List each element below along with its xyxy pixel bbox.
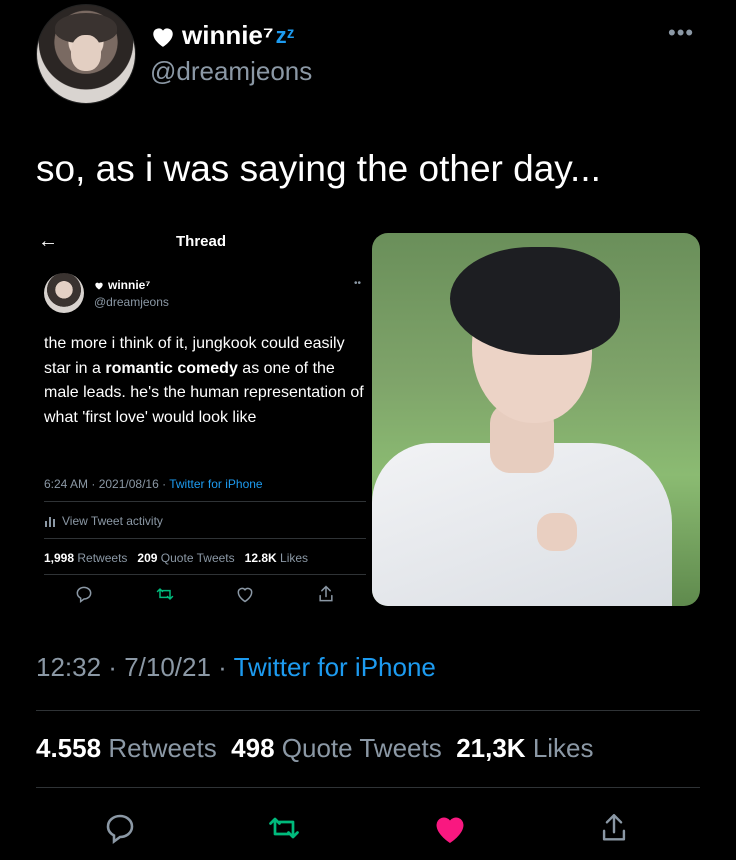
retweet-button[interactable] [264, 808, 304, 848]
tweet-date: 7/10/21 [124, 652, 211, 682]
tweet-text: so, as i was saying the other day... [36, 148, 601, 189]
embedded-retweets-label: Retweets [77, 551, 128, 565]
reply-icon [106, 814, 134, 845]
embedded-quote-count: 209 [137, 551, 158, 565]
display-name-text: winnie⁷ [182, 20, 274, 50]
likes-link[interactable]: 21,3K Likes [456, 733, 593, 763]
embedded-more-icon: •• [354, 278, 362, 289]
embedded-heart-icon [95, 282, 103, 290]
back-arrow-icon: ← [38, 230, 58, 252]
retweets-label: Retweets [108, 733, 217, 763]
avatar[interactable] [36, 4, 136, 104]
embedded-thread-title: Thread [176, 233, 227, 250]
tweet-time: 12:32 [36, 652, 102, 682]
embedded-date: 2021/08/16 [98, 477, 159, 491]
embedded-avatar [44, 273, 84, 313]
embedded-like-icon [235, 584, 255, 604]
embedded-source: Twitter for iPhone [169, 477, 263, 491]
tweet-source[interactable]: Twitter for iPhone [234, 652, 436, 682]
more-options-icon[interactable]: ••• [668, 20, 694, 46]
quote-tweets-link[interactable]: 498 Quote Tweets [231, 733, 442, 763]
quote-count: 498 [231, 733, 275, 763]
embedded-meta: 6:24 AM · 2021/08/16 · Twitter for iPhon… [44, 477, 263, 491]
action-bar [36, 808, 700, 848]
embedded-stats: 1,998 Retweets 209 Quote Tweets 12.8K Li… [44, 551, 308, 565]
embedded-likes-label: Likes [280, 551, 309, 565]
display-name[interactable]: winnie⁷ zᶻ [150, 20, 295, 51]
embedded-tweet-screenshot: ← Thread winnie⁷ @dreamjeons •• the more… [36, 228, 370, 608]
heart-filled-icon [436, 817, 464, 843]
divider [36, 787, 700, 788]
tweet-stats: 4.558 Retweets 498 Quote Tweets 21,3K Li… [36, 733, 594, 764]
likes-label: Likes [532, 733, 594, 763]
quotes-label: Quote Tweets [281, 733, 442, 763]
attached-photo[interactable] [372, 233, 700, 606]
share-icon [602, 814, 626, 841]
embedded-display-name-text: winnie⁷ [108, 278, 151, 292]
embedded-activity: View Tweet activity [44, 514, 163, 528]
share-button[interactable] [594, 808, 634, 848]
embedded-retweet-icon [155, 584, 175, 604]
embedded-quotes-label: Quote Tweets [160, 551, 235, 565]
retweet-icon [269, 817, 299, 839]
embedded-divider [44, 538, 366, 539]
embedded-retweet-count: 1,998 [44, 551, 75, 565]
embedded-divider [44, 574, 366, 575]
tweet-timestamp: 12:32 · 7/10/21 · Twitter for iPhone [36, 652, 436, 682]
embedded-like-count: 12.8K [244, 551, 277, 565]
analytics-icon [45, 517, 55, 527]
photo-hand [537, 513, 577, 551]
embedded-share-icon [316, 584, 336, 604]
embedded-action-bar [44, 584, 366, 604]
embedded-display-name: winnie⁷ [94, 278, 150, 292]
embedded-activity-label: View Tweet activity [62, 514, 163, 528]
retweets-link[interactable]: 4.558 Retweets [36, 733, 217, 763]
white-heart-icon [153, 27, 173, 47]
reply-button[interactable] [100, 808, 140, 848]
like-button[interactable] [430, 808, 470, 848]
embedded-reply-icon [74, 584, 94, 604]
sleep-mark: zᶻ [275, 22, 295, 48]
embedded-time: 6:24 AM [44, 477, 89, 491]
like-count: 21,3K [456, 733, 526, 763]
embedded-handle: @dreamjeons [94, 295, 169, 309]
retweet-count: 4.558 [36, 733, 102, 763]
photo-hair [450, 247, 620, 355]
divider [36, 710, 700, 711]
embedded-body: the more i think of it, jungkook could e… [44, 332, 366, 430]
embedded-divider [44, 501, 366, 502]
avatar-face [71, 35, 101, 71]
handle[interactable]: @dreamjeons [150, 56, 312, 87]
embedded-body-bold: romantic comedy [105, 359, 238, 377]
